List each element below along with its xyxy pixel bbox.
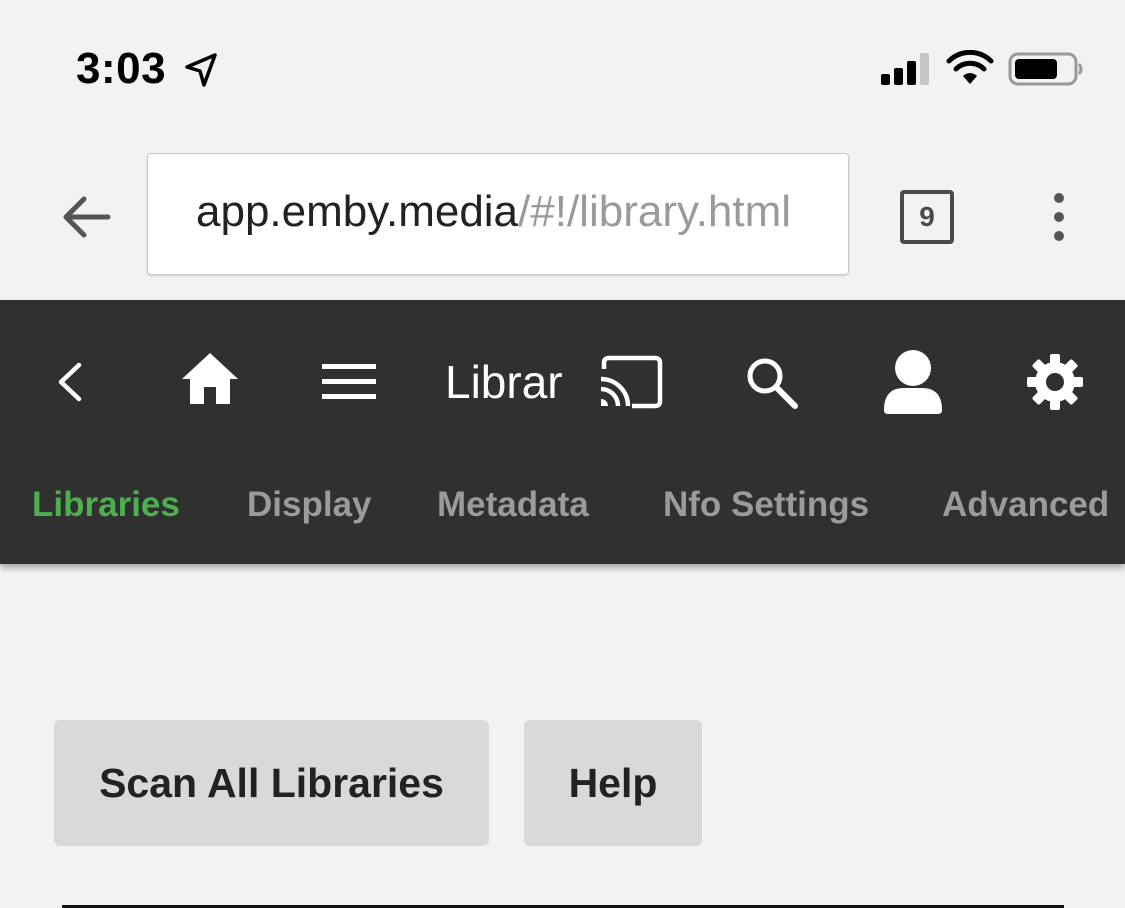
- home-icon[interactable]: [180, 350, 240, 406]
- tab-advanced[interactable]: Advanced: [942, 485, 1109, 525]
- scan-all-libraries-button[interactable]: Scan All Libraries: [54, 720, 489, 846]
- url-text: app.emby.media/#!/library.html: [196, 187, 791, 237]
- page-title: Library: [445, 356, 563, 408]
- user-icon[interactable]: [882, 348, 944, 416]
- help-button[interactable]: Help: [524, 720, 702, 846]
- url-fade: [788, 154, 848, 274]
- address-bar[interactable]: app.emby.media/#!/library.html: [147, 153, 849, 275]
- cast-icon[interactable]: [598, 355, 664, 409]
- status-time: 3:03: [76, 44, 167, 93]
- app-header: Library Libraries Display Metadata Nfo S…: [0, 300, 1125, 564]
- chevron-left-icon[interactable]: [52, 360, 88, 404]
- menu-icon[interactable]: [322, 362, 376, 402]
- tab-metadata[interactable]: Metadata: [437, 485, 589, 525]
- tab-nfo-settings[interactable]: Nfo Settings: [663, 485, 869, 525]
- cellular-signal-icon: [881, 53, 929, 85]
- tab-switcher-button[interactable]: 9: [900, 190, 954, 244]
- gear-icon[interactable]: [1025, 352, 1085, 412]
- tab-libraries[interactable]: Libraries: [32, 485, 180, 525]
- settings-tabs: Libraries Display Metadata Nfo Settings …: [0, 485, 1125, 535]
- back-arrow-icon[interactable]: [58, 190, 112, 244]
- status-bar: 3:03: [0, 0, 1125, 130]
- search-icon[interactable]: [744, 355, 798, 409]
- battery-icon: [1008, 52, 1083, 86]
- wifi-icon: [946, 50, 994, 84]
- location-arrow-icon: [185, 53, 217, 87]
- browser-toolbar: app.emby.media/#!/library.html 9: [0, 130, 1125, 300]
- url-path: /#!/library.html: [518, 187, 792, 236]
- tab-display[interactable]: Display: [247, 485, 372, 525]
- more-vert-icon[interactable]: [1040, 190, 1078, 244]
- url-host: app.emby.media: [196, 187, 519, 236]
